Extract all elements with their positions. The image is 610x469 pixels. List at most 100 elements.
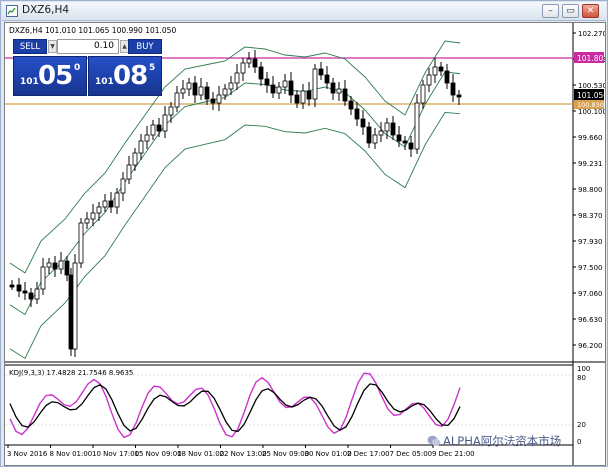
sell-price-big: 05	[38, 61, 73, 91]
restore-icon[interactable]: ▭	[562, 4, 579, 18]
candle-body	[366, 126, 372, 144]
candle-body	[150, 124, 156, 136]
price-tick-label: 97.060	[578, 290, 603, 298]
candle-body	[240, 62, 246, 74]
candle-body	[126, 164, 132, 180]
candle-body	[294, 94, 300, 104]
lot-size-input[interactable]: 0.10	[57, 39, 119, 54]
candle-body	[52, 262, 58, 270]
candle-body	[222, 88, 228, 96]
candle-body	[252, 58, 258, 68]
candle-body	[168, 106, 174, 116]
candle-body	[186, 82, 192, 90]
date-tick-label: 25 Nov 09:00	[262, 450, 309, 458]
candle-body	[324, 74, 330, 84]
candle-body	[276, 86, 282, 94]
indicator-tick-0: 0	[577, 438, 581, 446]
date-axis-ticks: 3 Nov 2016 8 Nov 01:00 10 Nov 17:0015 Nov …	[7, 445, 475, 458]
indicator-tick-20: 20	[577, 421, 586, 429]
candle-body	[372, 134, 378, 144]
price-tick-label: 99.660	[578, 134, 603, 142]
date-tick-label: 8 Nov 01:00	[50, 450, 93, 458]
date-tick-label: 2 Dec 17:00	[347, 450, 390, 458]
date-tick-label: 30 Nov 01:00	[305, 450, 352, 458]
candle-body	[22, 290, 28, 294]
indicator-tick-80: 80	[577, 374, 586, 382]
chart-window: DXZ6,H4 – ▭ ✕ DXZ6,H4 101.010 101.065 10…	[0, 0, 608, 467]
chart-area[interactable]: DXZ6,H4 101.010 101.065 100.990 101.050 …	[4, 22, 606, 466]
candle-body	[84, 218, 90, 224]
candle-body	[330, 82, 336, 94]
current-price-label: 101.050	[577, 91, 605, 100]
candle-body	[9, 284, 15, 288]
candle-body	[402, 140, 408, 144]
price-tick-label: 98.800	[578, 186, 603, 194]
candle-body	[138, 140, 144, 154]
watermark-text: ALPHA阿尔法资本市场	[443, 434, 562, 448]
candle-body	[348, 100, 354, 110]
buy-price-box[interactable]: 101 08 5	[88, 56, 162, 96]
candle-body	[432, 66, 438, 76]
price-tick-label: 96.200	[578, 342, 603, 350]
sell-price-sup: 0	[74, 63, 81, 73]
buy-price-sup: 5	[149, 63, 156, 73]
candle-body	[438, 66, 444, 72]
price-axis-ticks: 102.270101.401100.530100.10099.66099.231…	[573, 30, 605, 350]
candle-body	[396, 134, 402, 142]
lot-down-icon[interactable]: ▼	[48, 40, 57, 53]
minimize-icon[interactable]: –	[542, 4, 559, 18]
close-icon[interactable]: ✕	[582, 4, 599, 18]
candle-body	[120, 178, 126, 194]
candle-body	[312, 68, 318, 100]
candle-body	[180, 88, 186, 94]
candle-body	[132, 152, 138, 166]
candle-body	[204, 86, 210, 100]
candle-body	[306, 90, 312, 100]
sell-button[interactable]: SELL	[13, 39, 47, 54]
candle-body	[156, 124, 162, 132]
price-tick-label: 97.930	[578, 238, 603, 246]
candle-body	[426, 74, 432, 86]
date-tick-label: 18 Nov 01:00	[177, 450, 224, 458]
candle-body	[162, 114, 168, 132]
indicator-label: KDJ(9,3,3) 17.4828 21.7546 8.9635	[9, 369, 133, 377]
buy-price-prefix: 101	[95, 77, 114, 87]
candle-body	[444, 70, 450, 84]
price-tick-label: 100.530	[578, 82, 605, 90]
candle-body	[360, 118, 366, 128]
candle-body	[318, 68, 324, 76]
buy-price-big: 08	[113, 61, 148, 91]
candle-body	[270, 84, 276, 94]
price-tick-label: 102.270	[578, 30, 605, 38]
sell-price-box[interactable]: 101 05 0	[13, 56, 87, 96]
candle-body	[78, 222, 84, 264]
candle-body	[450, 82, 456, 96]
sell-price-prefix: 101	[20, 77, 39, 87]
candle-body	[414, 102, 420, 150]
candle-body	[342, 88, 348, 102]
title-bar[interactable]: DXZ6,H4 – ▭ ✕	[2, 2, 606, 21]
candle-body	[420, 84, 426, 104]
candle-body	[456, 94, 462, 98]
candle-body	[192, 82, 198, 96]
candle-body	[72, 262, 78, 350]
chart-window-icon	[6, 5, 18, 17]
price-tick-label: 100.100	[578, 108, 605, 116]
candle-body	[96, 206, 102, 214]
support-price-label: 100.830	[577, 101, 604, 109]
candle-body	[114, 192, 120, 208]
date-tick-label: 9 Dec 21:00	[432, 450, 475, 458]
candle-body	[46, 262, 52, 268]
candle-body	[234, 72, 240, 84]
indicator-tick-100: 100	[577, 365, 590, 373]
date-tick-label: 7 Dec 05:00	[390, 450, 433, 458]
candle-body	[246, 58, 252, 64]
date-tick-label: 15 Nov 09:00	[135, 450, 182, 458]
price-tick-label: 97.500	[578, 264, 603, 272]
candle-body	[354, 108, 360, 120]
candle-body	[384, 122, 390, 132]
buy-button[interactable]: BUY	[128, 39, 162, 54]
candle-body	[16, 284, 22, 292]
candle-body	[40, 266, 46, 290]
candle-body	[34, 288, 40, 300]
